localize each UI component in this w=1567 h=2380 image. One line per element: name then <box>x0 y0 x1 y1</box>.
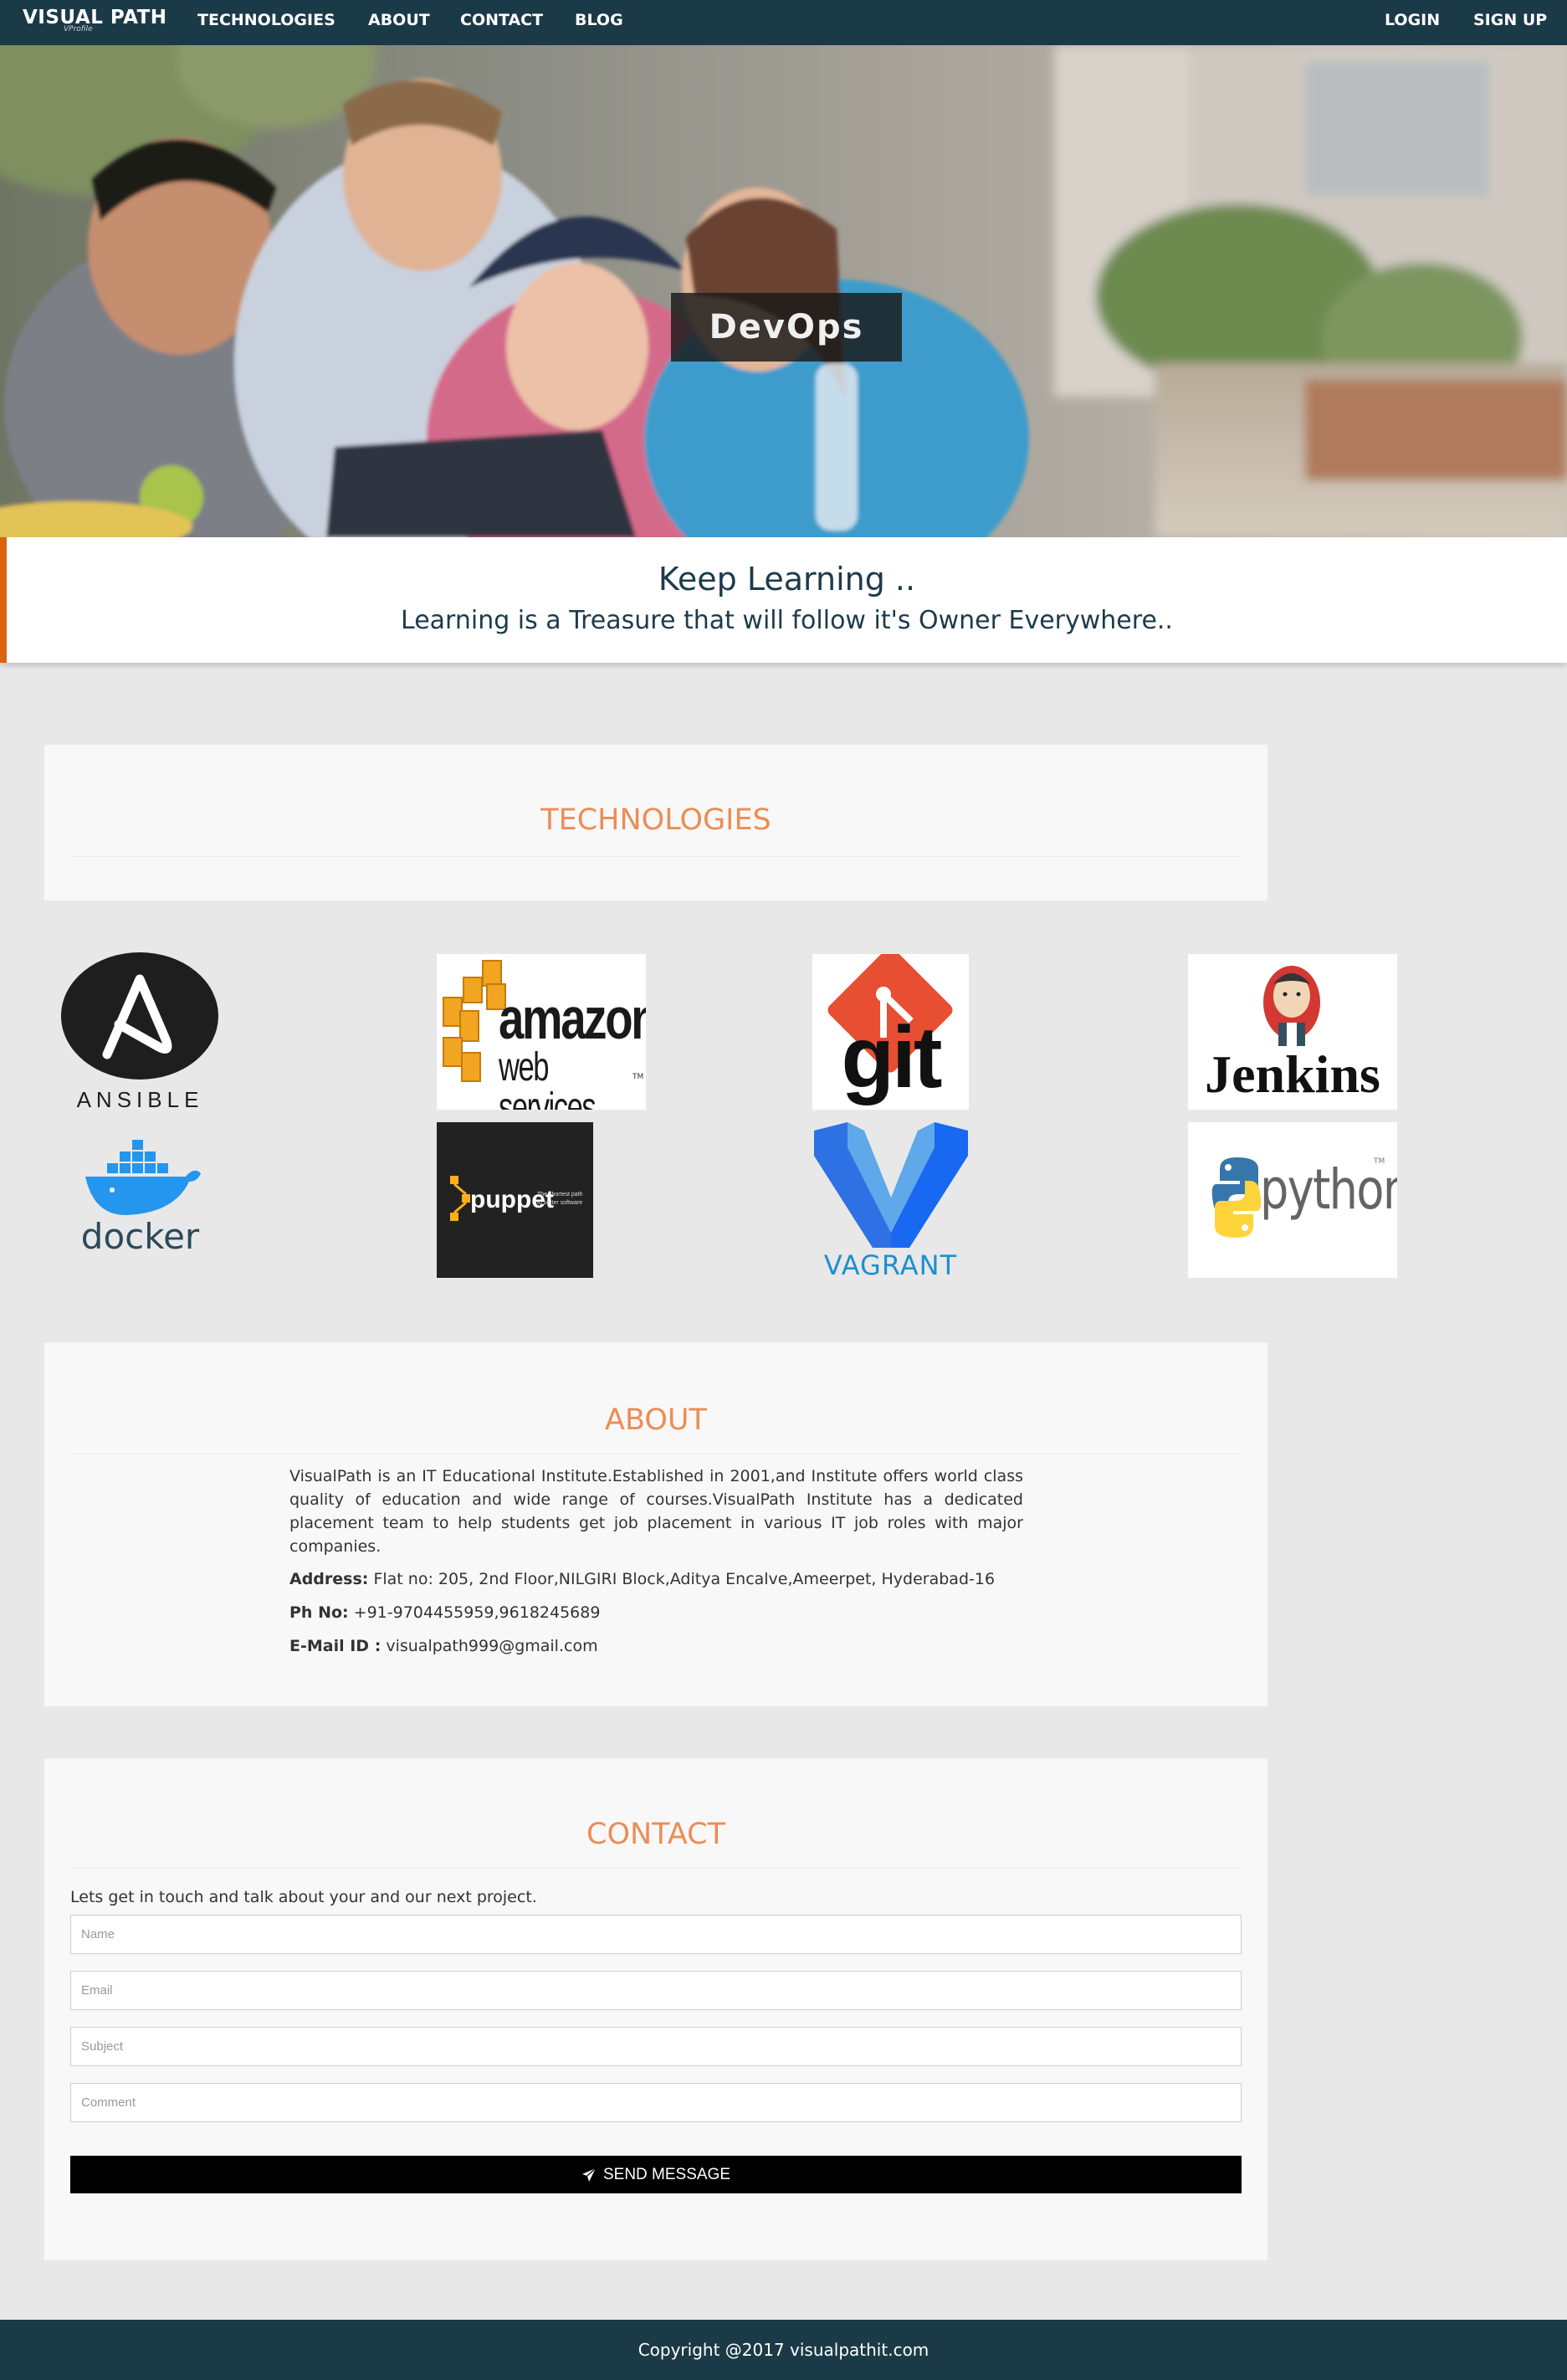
contact-section: CONTACT Lets get in touch and talk about… <box>44 1758 1267 2260</box>
paper-plane-icon <box>581 2167 597 2182</box>
address-value: Flat no: 205, 2nd Floor,NILGIRI Block,Ad… <box>373 1570 996 1588</box>
about-address: Address: Flat no: 205, 2nd Floor,NILGIRI… <box>289 1570 995 1588</box>
nav-technologies[interactable]: TECHNOLOGIES <box>197 11 335 29</box>
aws-label-2: web services <box>499 1045 597 1110</box>
hero-banner: DevOps <box>0 45 1567 537</box>
name-field[interactable] <box>70 1915 1242 1954</box>
vagrant-label: VAGRANT <box>823 1249 958 1281</box>
phone-label: Ph No: <box>289 1603 349 1622</box>
phone-value: +91-9704455959,9618245689 <box>353 1603 601 1622</box>
python-tm: TM <box>1374 1157 1385 1166</box>
email-field[interactable] <box>70 1971 1242 2010</box>
send-message-button[interactable]: SEND MESSAGE <box>70 2156 1242 2193</box>
footer: Copyright @2017 visualpathit.com <box>0 2320 1567 2380</box>
tagline-heading: Keep Learning .. <box>658 561 916 598</box>
vagrant-logo[interactable]: VAGRANT <box>812 1122 969 1281</box>
puppet-tagline-1: The shortest path <box>537 1192 583 1198</box>
about-email: E-Mail ID : visualpath999@gmail.com <box>289 1637 598 1655</box>
nav-contact[interactable]: CONTACT <box>460 11 543 29</box>
hero-photo <box>0 45 1567 537</box>
tagline-banner: Keep Learning .. Learning is a Treasure … <box>0 537 1567 663</box>
git-label: git <box>841 1009 942 1106</box>
about-phone: Ph No: +91-9704455959,9618245689 <box>289 1603 600 1622</box>
docker-logo[interactable]: docker <box>75 1138 205 1264</box>
vagrant-icon <box>814 1122 968 1248</box>
send-message-label: SEND MESSAGE <box>602 2165 731 2183</box>
about-title: ABOUT <box>605 1403 707 1437</box>
puppet-logo[interactable]: puppet The shortest path to better softw… <box>437 1122 593 1278</box>
jenkins-logo[interactable]: Jenkins <box>1188 954 1397 1110</box>
ansible-label: ANSIBLE <box>76 1087 204 1111</box>
aws-label: amazon <box>499 986 646 1051</box>
ansible-logo[interactable]: ANSIBLE <box>59 952 222 1111</box>
puppet-tagline-2: to better software <box>537 1200 583 1206</box>
email-label: E-Mail ID : <box>289 1637 382 1655</box>
git-logo[interactable]: git <box>812 954 969 1110</box>
tagline-quote: Learning is a Treasure that will follow … <box>401 606 1173 635</box>
nav-login[interactable]: LOGIN <box>1385 11 1440 29</box>
nav-blog[interactable]: BLOG <box>575 11 623 29</box>
comment-field[interactable] <box>70 2083 1242 2122</box>
technologies-section: TECHNOLOGIES <box>44 745 1267 900</box>
contact-title: CONTACT <box>586 1818 725 1851</box>
aws-logo[interactable]: amazon web services TM <box>437 954 646 1110</box>
python-logo[interactable]: python TM <box>1188 1122 1397 1278</box>
address-label: Address: <box>289 1570 369 1588</box>
footer-copyright: Copyright @2017 visualpathit.com <box>638 2340 929 2360</box>
email-value[interactable]: visualpath999@gmail.com <box>386 1637 597 1655</box>
jenkins-label: Jenkins <box>1205 1044 1380 1104</box>
puppet-tagline: The shortest path to better software <box>537 1191 582 1208</box>
docker-whale-icon <box>85 1140 201 1215</box>
python-icon <box>1211 1157 1262 1238</box>
section-divider <box>71 1868 1241 1869</box>
python-label: python <box>1260 1157 1397 1222</box>
hero-title: DevOps <box>709 308 864 346</box>
docker-label: docker <box>80 1216 200 1257</box>
contact-intro: Lets get in touch and talk about your an… <box>70 1888 537 1906</box>
brand-subtitle: VProfile <box>64 25 93 33</box>
top-navbar: VISUAL PATH VProfile TECHNOLOGIES ABOUT … <box>0 0 1567 45</box>
subject-field[interactable] <box>70 2027 1242 2066</box>
section-divider <box>71 856 1241 857</box>
about-description: VisualPath is an IT Educational Institut… <box>289 1467 1023 1556</box>
about-section: ABOUT VisualPath is an IT Educational In… <box>44 1342 1267 1706</box>
technologies-title: TECHNOLOGIES <box>540 803 771 837</box>
hero-title-box: DevOps <box>671 293 902 362</box>
brand-logo[interactable]: VISUAL PATH <box>23 7 167 28</box>
nav-about[interactable]: ABOUT <box>368 11 430 29</box>
aws-tm: TM <box>632 1073 644 1081</box>
nav-signup[interactable]: SIGN UP <box>1473 11 1547 29</box>
